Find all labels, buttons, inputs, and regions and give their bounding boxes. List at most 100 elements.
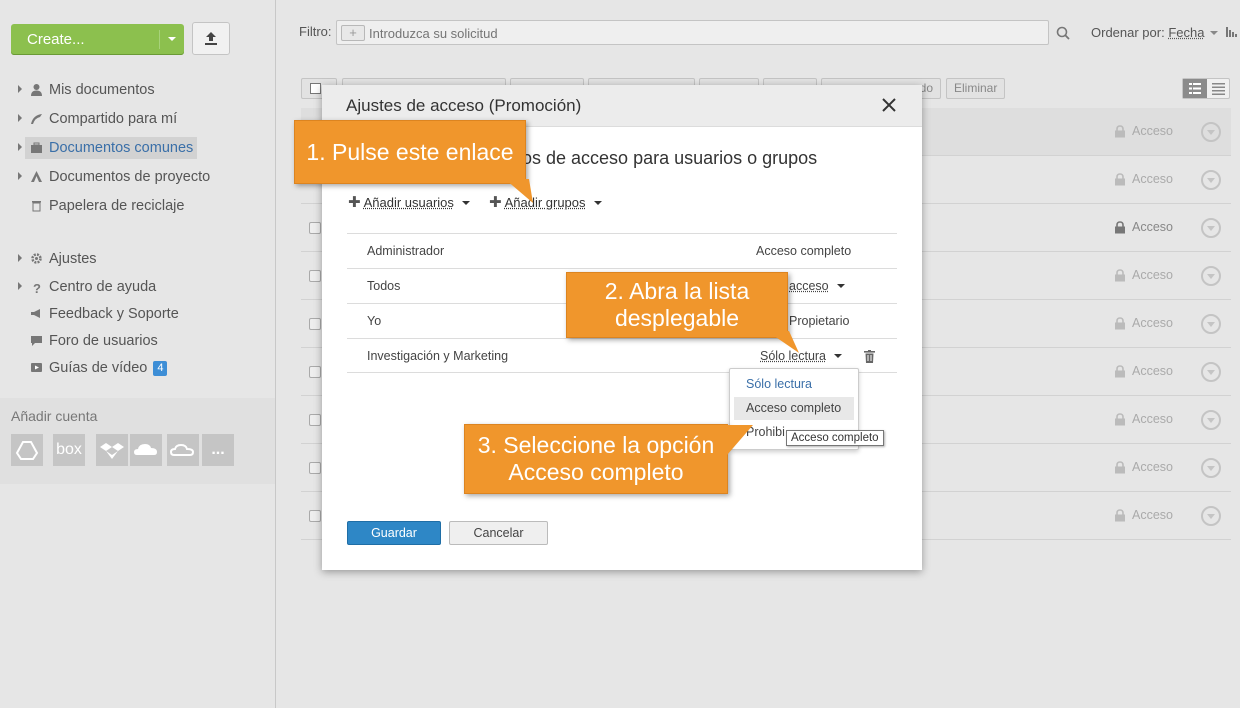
- share-icon: [30, 108, 44, 124]
- cloud-icon[interactable]: [167, 434, 199, 466]
- filter-input[interactable]: [369, 24, 1029, 42]
- plus-icon: ✚: [489, 194, 502, 211]
- filter-box[interactable]: +: [336, 20, 1049, 45]
- dropbox-icon[interactable]: [96, 434, 128, 466]
- row-menu-icon[interactable]: [1201, 362, 1221, 382]
- onedrive-icon[interactable]: [130, 434, 162, 466]
- row-menu-icon[interactable]: [1201, 410, 1221, 430]
- close-icon[interactable]: [878, 94, 900, 116]
- sidebar-item-centro-ayuda[interactable]: ? Centro de ayuda: [18, 274, 156, 300]
- video-count-badge: 4: [153, 361, 168, 376]
- detail-view-icon[interactable]: [1207, 79, 1230, 98]
- search-icon[interactable]: [1056, 26, 1070, 43]
- add-filter-icon[interactable]: +: [341, 25, 365, 41]
- create-button[interactable]: Create...: [11, 24, 184, 55]
- upload-icon: [205, 32, 217, 45]
- sort-value[interactable]: Fecha: [1168, 25, 1204, 40]
- sidebar-item-compartido[interactable]: Compartido para mí: [18, 106, 177, 132]
- view-toggle[interactable]: [1182, 78, 1230, 99]
- lock-icon: [1114, 365, 1126, 381]
- callout-step-1: 1. Pulse este enlace: [294, 120, 533, 203]
- sort-control[interactable]: Ordenar por: Fecha: [1091, 25, 1237, 40]
- megaphone-icon: [30, 303, 44, 318]
- sidebar-item-ajustes[interactable]: Ajustes: [18, 246, 97, 272]
- dialog-subtitle: os de acceso para usuarios o grupos: [522, 148, 818, 168]
- chevron-right-icon: [18, 172, 22, 180]
- question-icon: ?: [33, 281, 41, 296]
- row-menu-icon[interactable]: [1201, 170, 1221, 190]
- lock-icon: [1114, 221, 1126, 237]
- lock-icon: [1114, 125, 1126, 141]
- sidebar-item-guias-video[interactable]: Guías de vídeo 4: [18, 355, 168, 381]
- lock-icon: [1114, 173, 1126, 189]
- sort-order-icon[interactable]: [1225, 25, 1237, 40]
- sidebar-item-feedback[interactable]: Feedback y Soporte: [18, 301, 179, 327]
- row-checkbox[interactable]: [309, 270, 321, 282]
- sidebar-item-foro[interactable]: Foro de usuarios: [18, 328, 158, 354]
- row-menu-icon[interactable]: [1201, 218, 1221, 238]
- option-solo-lectura[interactable]: Sólo lectura: [734, 373, 854, 396]
- lock-icon: [1114, 509, 1126, 525]
- lock-icon: [1114, 269, 1126, 285]
- sort-label: Ordenar por:: [1091, 25, 1165, 40]
- chevron-right-icon: [18, 254, 22, 262]
- user-icon: [30, 79, 44, 96]
- lock-icon: [1114, 461, 1126, 477]
- row-checkbox[interactable]: [309, 414, 321, 426]
- row-checkbox[interactable]: [309, 222, 321, 234]
- row-menu-icon[interactable]: [1201, 266, 1221, 286]
- option-acceso-completo[interactable]: Acceso completo: [734, 397, 854, 420]
- add-account-label: Añadir cuenta: [11, 408, 98, 424]
- cancel-button[interactable]: Cancelar: [449, 521, 548, 545]
- delete-button[interactable]: Eliminar: [946, 78, 1006, 99]
- lock-icon: [1114, 413, 1126, 429]
- box-icon[interactable]: box: [53, 434, 85, 466]
- chevron-right-icon: [18, 114, 22, 122]
- row-menu-icon[interactable]: [1201, 506, 1221, 526]
- create-button-label: Create...: [27, 31, 85, 48]
- callout-step-3: 3. Seleccione la opción Acceso completo: [464, 424, 753, 494]
- row-menu-icon[interactable]: [1201, 314, 1221, 334]
- project-icon: [30, 166, 44, 182]
- chevron-right-icon: [18, 143, 22, 151]
- chevron-right-icon: [18, 282, 22, 290]
- gear-icon: [30, 248, 44, 264]
- chevron-down-icon[interactable]: [461, 201, 470, 205]
- tooltip: Acceso completo: [786, 430, 884, 446]
- google-drive-icon[interactable]: [11, 434, 43, 466]
- dialog-title: Ajustes de acceso (Promoción): [346, 96, 582, 115]
- chevron-down-icon: [168, 37, 176, 41]
- row-menu-icon[interactable]: [1201, 458, 1221, 478]
- chevron-down-icon[interactable]: [834, 354, 843, 358]
- permission-row: Administrador Acceso completo: [347, 233, 897, 268]
- sidebar-item-papelera[interactable]: Papelera de reciclaje: [18, 193, 184, 219]
- video-icon: [30, 357, 44, 372]
- sidebar-item-documentos-comunes[interactable]: Documentos comunes: [18, 135, 198, 161]
- row-checkbox[interactable]: [309, 366, 321, 378]
- chevron-down-icon: [1210, 31, 1219, 35]
- row-checkbox[interactable]: [309, 318, 321, 330]
- sidebar-item-documentos-proyecto[interactable]: Documentos de proyecto: [18, 164, 210, 190]
- chat-icon: [30, 330, 44, 346]
- add-users-link[interactable]: ✚ Añadir usuarios: [348, 193, 470, 211]
- sidebar: Create... Mis documentos Compartido para…: [0, 0, 276, 708]
- briefcase-icon: [30, 137, 44, 153]
- row-menu-icon[interactable]: [1201, 122, 1221, 142]
- upload-button[interactable]: [192, 22, 230, 55]
- trash-icon: [30, 195, 44, 212]
- chevron-down-icon[interactable]: [836, 284, 845, 288]
- chevron-right-icon: [18, 85, 22, 93]
- chevron-down-icon[interactable]: [593, 201, 602, 205]
- access-level-dropdown[interactable]: acceso: [789, 279, 845, 293]
- save-button[interactable]: Guardar: [347, 521, 441, 545]
- plus-icon: ✚: [348, 194, 361, 211]
- sidebar-item-mis-documentos[interactable]: Mis documentos: [18, 77, 155, 103]
- more-accounts-button[interactable]: ...: [202, 434, 234, 466]
- callout-step-2: 2. Abra la lista desplegable: [566, 272, 799, 353]
- row-checkbox[interactable]: [309, 510, 321, 522]
- lock-icon: [1114, 317, 1126, 333]
- row-checkbox[interactable]: [309, 462, 321, 474]
- list-view-icon[interactable]: [1183, 79, 1207, 98]
- filter-label: Filtro:: [299, 24, 332, 39]
- trash-icon[interactable]: [864, 350, 875, 366]
